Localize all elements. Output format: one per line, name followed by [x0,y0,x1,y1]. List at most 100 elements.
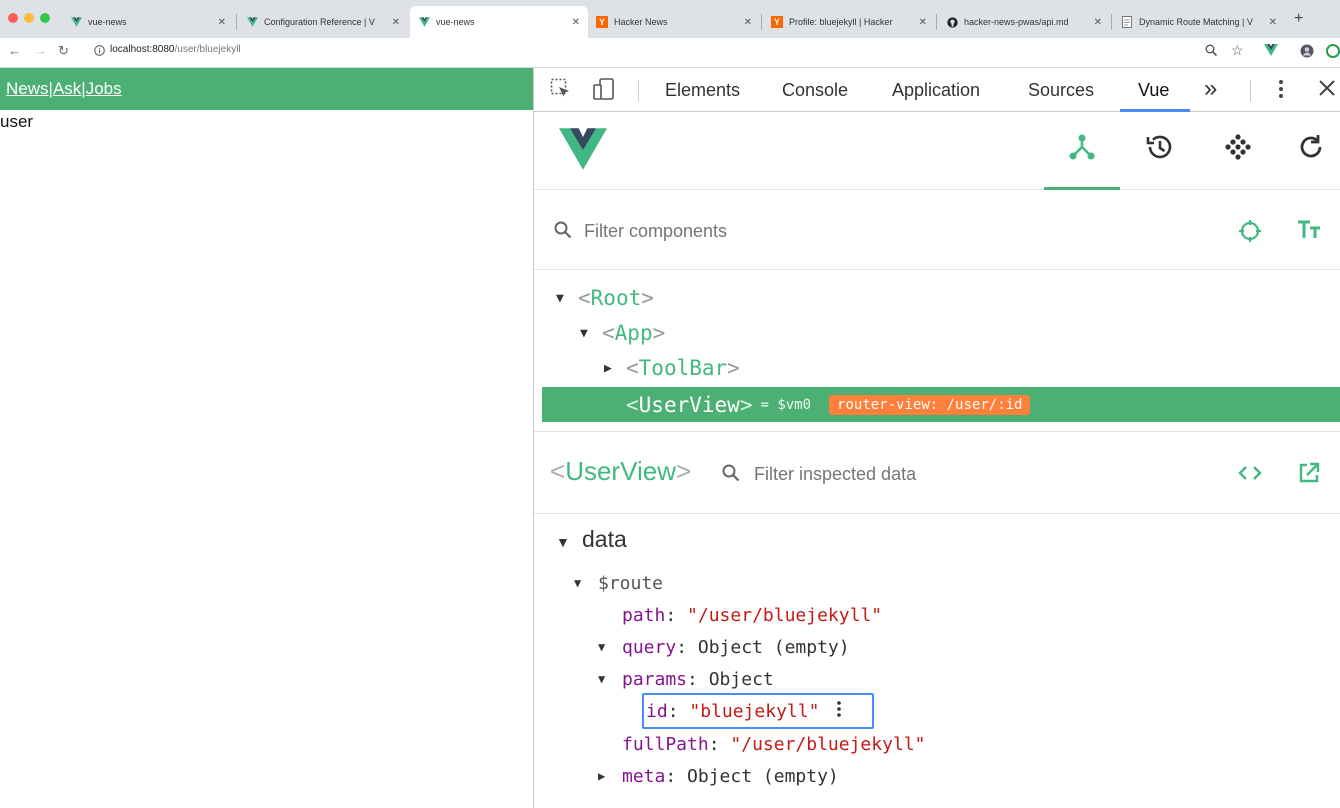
text-format-icon[interactable] [1296,218,1322,247]
inspect-element-icon[interactable] [550,78,572,106]
prop-params-id[interactable]: id: "bluejekyll" [646,697,842,725]
vuex-history-tab-button[interactable] [1122,132,1198,190]
tab-application[interactable]: Application [892,80,980,101]
events-tab-button[interactable] [1200,132,1276,190]
prop-path[interactable]: path: "/user/bluejekyll" [622,601,882,629]
expanded-caret-icon[interactable]: ▼ [580,326,602,341]
tab-separator [761,14,762,30]
tab-console[interactable]: Console [782,80,848,101]
info-icon[interactable] [94,45,105,59]
profile-avatar-icon[interactable] [1300,44,1314,61]
filter-components-input[interactable] [584,221,1104,242]
url-host: localhost:8080 [110,44,175,55]
expanded-caret-icon[interactable]: ▼ [574,576,598,590]
search-icon [722,464,740,487]
tree-node-toolbar[interactable]: ▶ < ToolBar > [604,352,740,384]
tab-vue[interactable]: Vue [1138,80,1169,101]
tab-sources[interactable]: Sources [1028,80,1094,101]
device-toolbar-icon[interactable] [592,78,616,106]
browser-tab[interactable]: Y Profile: bluejekyll | Hacker ✕ [763,6,935,38]
extension-icon[interactable] [1326,44,1340,61]
github-icon [946,16,958,28]
url-path: /user/bluejekyll [174,44,241,55]
browser-tab-bar: vue-news ✕ Configuration Reference | V ✕… [0,0,1340,38]
browser-tab[interactable]: vue-news ✕ [62,6,234,38]
vue-icon [246,16,258,28]
app-toolbar: News | Ask | Jobs [0,68,533,110]
collapsed-caret-icon[interactable]: ▶ [598,769,622,783]
refresh-button[interactable] [1278,132,1340,190]
vue-icon [418,16,430,28]
close-tab-icon[interactable]: ✕ [1094,17,1102,28]
tab-separator [936,14,937,30]
close-tab-icon[interactable]: ✕ [218,17,226,28]
browser-tab[interactable]: Y Hacker News ✕ [588,6,760,38]
prop-params[interactable]: ▼ params: Object [598,665,774,693]
more-actions-icon[interactable] [837,700,842,723]
nav-link-jobs[interactable]: Jobs [86,79,122,99]
more-tabs-button[interactable]: » [1204,75,1217,103]
data-section-header[interactable]: ▼ data [556,526,627,553]
vue-logo-icon [559,128,607,175]
new-tab-button[interactable]: + [1294,10,1303,28]
tree-node-userview-selected[interactable]: < UserView > = $vm0 router-view: /user/:id [542,387,1340,422]
open-in-editor-icon[interactable] [1298,462,1320,489]
bookmark-star-icon[interactable]: ☆ [1231,42,1244,59]
inspector-header: <UserView> [534,432,1340,514]
prop-meta[interactable]: ▶ meta: Object (empty) [598,762,839,790]
close-tab-icon[interactable]: ✕ [1269,17,1277,28]
reload-icon[interactable]: ↻ [58,43,69,59]
zoom-icon[interactable] [1205,44,1218,59]
refresh-icon [1300,135,1322,158]
events-grid-icon [1225,134,1251,160]
forward-arrow-icon[interactable]: → [34,43,47,58]
devtools-tab-bar: Elements Console Application Sources Vue… [534,68,1340,112]
address-bar-row: ← → ↻ localhost:8080/user/bluejekyll ☆ [0,38,1340,68]
close-tab-icon[interactable]: ✕ [919,17,927,28]
browser-tab-active[interactable]: vue-news ✕ [410,6,588,38]
close-tab-icon[interactable]: ✕ [572,17,580,28]
collapsed-caret-icon[interactable]: ▶ [604,361,626,376]
select-component-target-icon[interactable] [1238,219,1262,248]
expanded-caret-icon[interactable]: ▼ [556,291,578,306]
component-filter-row [534,190,1340,270]
tree-node-app[interactable]: ▼ < App > [580,317,665,349]
kebab-menu-icon[interactable] [1278,78,1284,106]
tab-separator [236,14,237,30]
back-arrow-icon[interactable]: ← [8,43,21,58]
tab-divider [638,80,639,102]
minimize-window-button[interactable] [24,13,34,23]
close-window-button[interactable] [8,13,18,23]
close-tab-icon[interactable]: ✕ [744,17,752,28]
browser-tab[interactable]: Dynamic Route Matching | V ✕ [1113,6,1285,38]
vue-icon [70,16,82,28]
tab-elements[interactable]: Elements [665,80,740,101]
maximize-window-button[interactable] [40,13,50,23]
close-tab-icon[interactable]: ✕ [392,17,400,28]
expanded-caret-icon[interactable]: ▼ [598,672,622,686]
nav-link-news[interactable]: News [6,79,49,99]
hn-icon: Y [596,16,608,28]
url-field[interactable]: localhost:8080/user/bluejekyll [110,44,241,55]
component-tree-icon [1069,134,1095,160]
prop-route[interactable]: ▼ $route [574,569,663,597]
page-viewport: News | Ask | Jobs user [0,68,533,808]
vue-devtools-extension-icon[interactable] [1264,44,1278,59]
devtools-panel: Elements Console Application Sources Vue… [533,68,1340,808]
close-devtools-icon[interactable] [1318,78,1336,104]
tab-divider [1250,80,1251,102]
expanded-caret-icon[interactable]: ▼ [598,640,622,654]
filter-inspected-data-input[interactable] [754,464,1054,485]
tree-node-root[interactable]: ▼ < Root > [556,282,654,314]
browser-tab[interactable]: hacker-news-pwas/api.md ✕ [938,6,1110,38]
inspected-component-name: <UserView> [550,456,692,486]
prop-query[interactable]: ▼ query: Object (empty) [598,633,850,661]
nav-link-ask[interactable]: Ask [53,79,81,99]
vm-reference-label: = $vm0 [760,396,812,413]
expanded-caret-icon[interactable]: ▼ [556,534,582,550]
hn-icon: Y [771,16,783,28]
components-tab-button[interactable] [1044,132,1120,190]
prop-fullpath[interactable]: fullPath: "/user/bluejekyll" [622,730,925,758]
browser-tab[interactable]: Configuration Reference | V ✕ [238,6,408,38]
inspect-dom-code-icon[interactable] [1238,464,1262,487]
